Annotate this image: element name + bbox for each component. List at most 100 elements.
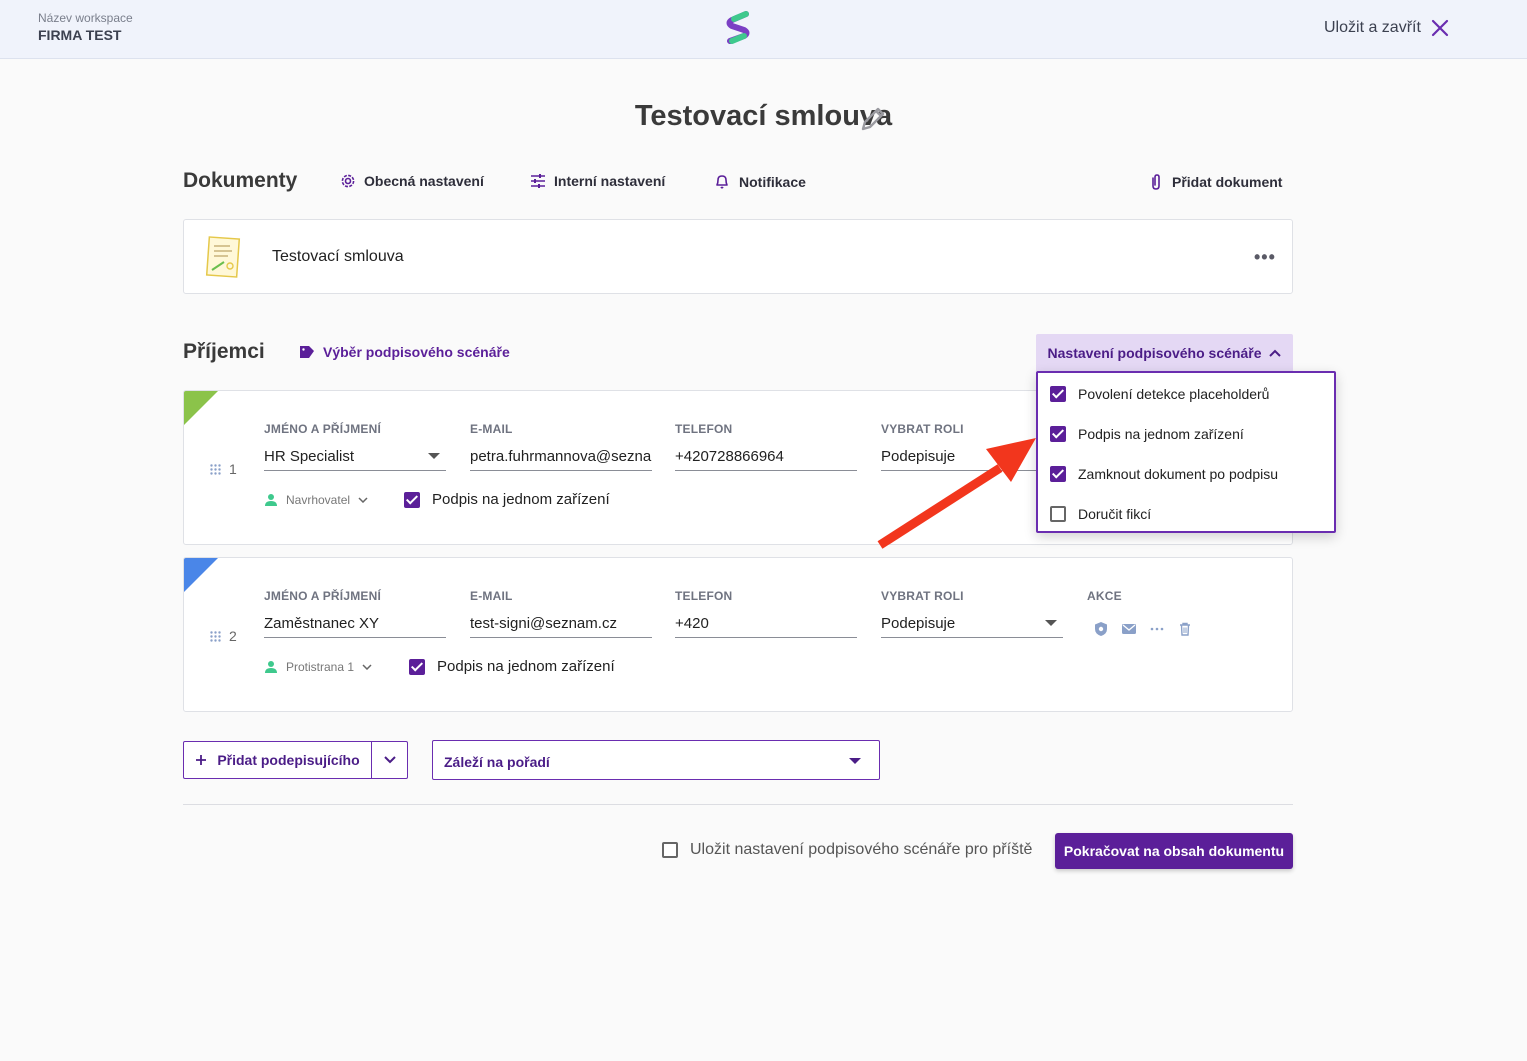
document-name: Testovací smlouva xyxy=(272,248,404,265)
name-field[interactable]: HR Specialist xyxy=(264,446,446,471)
add-document-button[interactable]: Přidat dokument xyxy=(1148,173,1282,191)
close-icon xyxy=(1431,19,1449,37)
signing-order-value: Záleží na pořadí xyxy=(444,754,550,770)
scenario-choice-button[interactable]: Výběr podpisového scénáře xyxy=(299,344,510,360)
scenario-settings-dropdown: Povolení detekce placeholderů Podpis na … xyxy=(1036,371,1336,533)
edit-title-icon[interactable] xyxy=(858,104,888,134)
save-scenario-checkbox[interactable] xyxy=(662,842,678,858)
scenario-settings-label: Nastavení podpisového scénáře xyxy=(1047,344,1262,361)
gear-icon xyxy=(341,174,355,188)
chevron-down-icon xyxy=(428,453,440,459)
lock-document-checkbox[interactable] xyxy=(1050,466,1066,482)
scenario-settings-button[interactable]: Nastavení podpisového scénáře xyxy=(1036,334,1293,371)
document-more-menu-icon[interactable]: ••• xyxy=(1254,248,1276,266)
party-select[interactable]: Navrhovatel xyxy=(264,493,368,507)
dropdown-item-label: Povolení detekce placeholderů xyxy=(1078,386,1270,402)
recipient-card: 2 JMÉNO A PŘÍJMENÍ E-MAIL TELEFON VYBRAT… xyxy=(183,557,1293,712)
party-select[interactable]: Protistrana 1 xyxy=(264,660,372,674)
phone-column-label: TELEFON xyxy=(675,589,733,603)
email-field[interactable]: petra.fuhrmannova@seznam. xyxy=(470,446,652,471)
actions-column-label: AKCE xyxy=(1087,589,1122,603)
workspace-label: Název workspace xyxy=(38,11,133,25)
save-and-close-label: Uložit a zavřít xyxy=(1324,19,1421,36)
email-column-label: E-MAIL xyxy=(470,589,513,603)
dropdown-item-placeholder-detection[interactable]: Povolení detekce placeholderů xyxy=(1050,386,1269,402)
phone-value: +420728866964 xyxy=(675,448,784,465)
single-device-checkbox[interactable] xyxy=(409,658,425,675)
role-column-label: VYBRAT ROLI xyxy=(881,589,964,603)
name-column-label: JMÉNO A PŘÍJMENÍ xyxy=(264,589,381,603)
page-title: Testovací smlouva xyxy=(634,100,893,132)
caret-down-icon xyxy=(849,758,861,764)
signing-order-select[interactable]: Záleží na pořadí xyxy=(432,740,880,780)
single-device-checkbox[interactable] xyxy=(1050,426,1066,442)
recipients-heading: Příjemci xyxy=(183,340,265,363)
single-device-option[interactable]: Podpis na jednom zařízení xyxy=(409,658,615,675)
notifications-label: Notifikace xyxy=(739,173,806,190)
shield-icon[interactable] xyxy=(1093,621,1109,637)
drag-handle[interactable]: 1 xyxy=(210,461,237,477)
tag-edit-icon xyxy=(300,346,314,358)
email-value: petra.fuhrmannova@seznam. xyxy=(470,448,652,465)
dropdown-item-lock-document[interactable]: Zamknout dokument po podpisu xyxy=(1050,466,1278,482)
general-settings-label: Obecná nastavení xyxy=(364,173,484,189)
notifications-button[interactable]: Notifikace xyxy=(714,173,806,190)
dropdown-item-label: Doručit fikcí xyxy=(1078,506,1152,522)
role-column-label: VYBRAT ROLI xyxy=(881,422,964,436)
role-select[interactable]: Podepisuje xyxy=(881,613,1063,638)
trash-icon[interactable] xyxy=(1177,621,1193,637)
phone-value: +420 xyxy=(675,615,709,632)
plus-icon xyxy=(196,755,207,765)
phone-column-label: TELEFON xyxy=(675,422,733,436)
top-bar: Název workspace FIRMA TEST Uložit a zavř… xyxy=(0,0,1527,59)
person-icon xyxy=(265,661,277,673)
continue-button[interactable]: Pokračovat na obsah dokumentu xyxy=(1055,833,1293,869)
save-scenario-option[interactable]: Uložit nastavení podpisového scénáře pro… xyxy=(662,841,1032,859)
chevron-down-icon xyxy=(383,756,396,764)
placeholder-detection-checkbox[interactable] xyxy=(1050,386,1066,402)
add-signer-button[interactable]: Přidat podepisujícího xyxy=(184,742,372,778)
name-field[interactable]: Zaměstnanec XY xyxy=(264,613,446,638)
recipient-color-marker xyxy=(184,558,218,592)
save-scenario-label: Uložit nastavení podpisového scénáře pro… xyxy=(690,841,1033,858)
sliders-icon xyxy=(531,174,545,188)
dropdown-item-single-device[interactable]: Podpis na jednom zařízení xyxy=(1050,426,1244,442)
drag-handle[interactable]: 2 xyxy=(210,628,237,644)
recipient-index: 2 xyxy=(229,628,237,644)
name-value: HR Specialist xyxy=(264,448,355,465)
phone-field[interactable]: +420 xyxy=(675,613,857,638)
mail-icon[interactable] xyxy=(1121,621,1137,637)
recipient-actions xyxy=(1093,621,1193,637)
scenario-choice-label: Výběr podpisového scénáře xyxy=(323,344,510,360)
document-thumbnail-icon xyxy=(205,236,241,278)
role-value: Podepisuje xyxy=(881,615,956,632)
party-value: Navrhovatel xyxy=(286,493,351,507)
attachment-icon xyxy=(1152,174,1160,190)
single-device-option[interactable]: Podpis na jednom zařízení xyxy=(404,491,610,508)
drag-icon xyxy=(210,463,221,475)
chevron-up-icon xyxy=(1269,349,1282,357)
document-card[interactable]: Testovací smlouva ••• xyxy=(183,219,1293,294)
dropdown-item-delivery-fiction[interactable]: Doručit fikcí xyxy=(1050,506,1151,522)
add-signer-menu-button[interactable] xyxy=(372,742,407,778)
email-value: test-signi@seznam.cz xyxy=(470,615,617,632)
role-value: Podepisuje xyxy=(881,448,956,465)
single-device-label: Podpis na jednom zařízení xyxy=(432,491,610,508)
phone-field[interactable]: +420728866964 xyxy=(675,446,857,471)
chevron-down-icon xyxy=(358,497,368,503)
single-device-checkbox[interactable] xyxy=(404,491,420,508)
chevron-down-icon xyxy=(1045,620,1057,626)
dropdown-item-label: Zamknout dokument po podpisu xyxy=(1078,466,1279,482)
app-logo-icon xyxy=(726,11,750,44)
email-column-label: E-MAIL xyxy=(470,422,513,436)
name-value: Zaměstnanec XY xyxy=(264,615,380,632)
save-and-close-button[interactable]: Uložit a zavřít xyxy=(1324,17,1449,39)
email-field[interactable]: test-signi@seznam.cz xyxy=(470,613,652,638)
delivery-fiction-checkbox[interactable] xyxy=(1050,506,1066,522)
add-signer-label: Přidat podepisujícího xyxy=(217,752,360,768)
more-icon[interactable] xyxy=(1149,621,1165,637)
general-settings-button[interactable]: Obecná nastavení xyxy=(340,173,484,189)
role-select[interactable]: Podepisuje xyxy=(881,446,1041,471)
internal-settings-button[interactable]: Interní nastavení xyxy=(530,173,665,189)
recipient-color-marker xyxy=(184,391,218,425)
